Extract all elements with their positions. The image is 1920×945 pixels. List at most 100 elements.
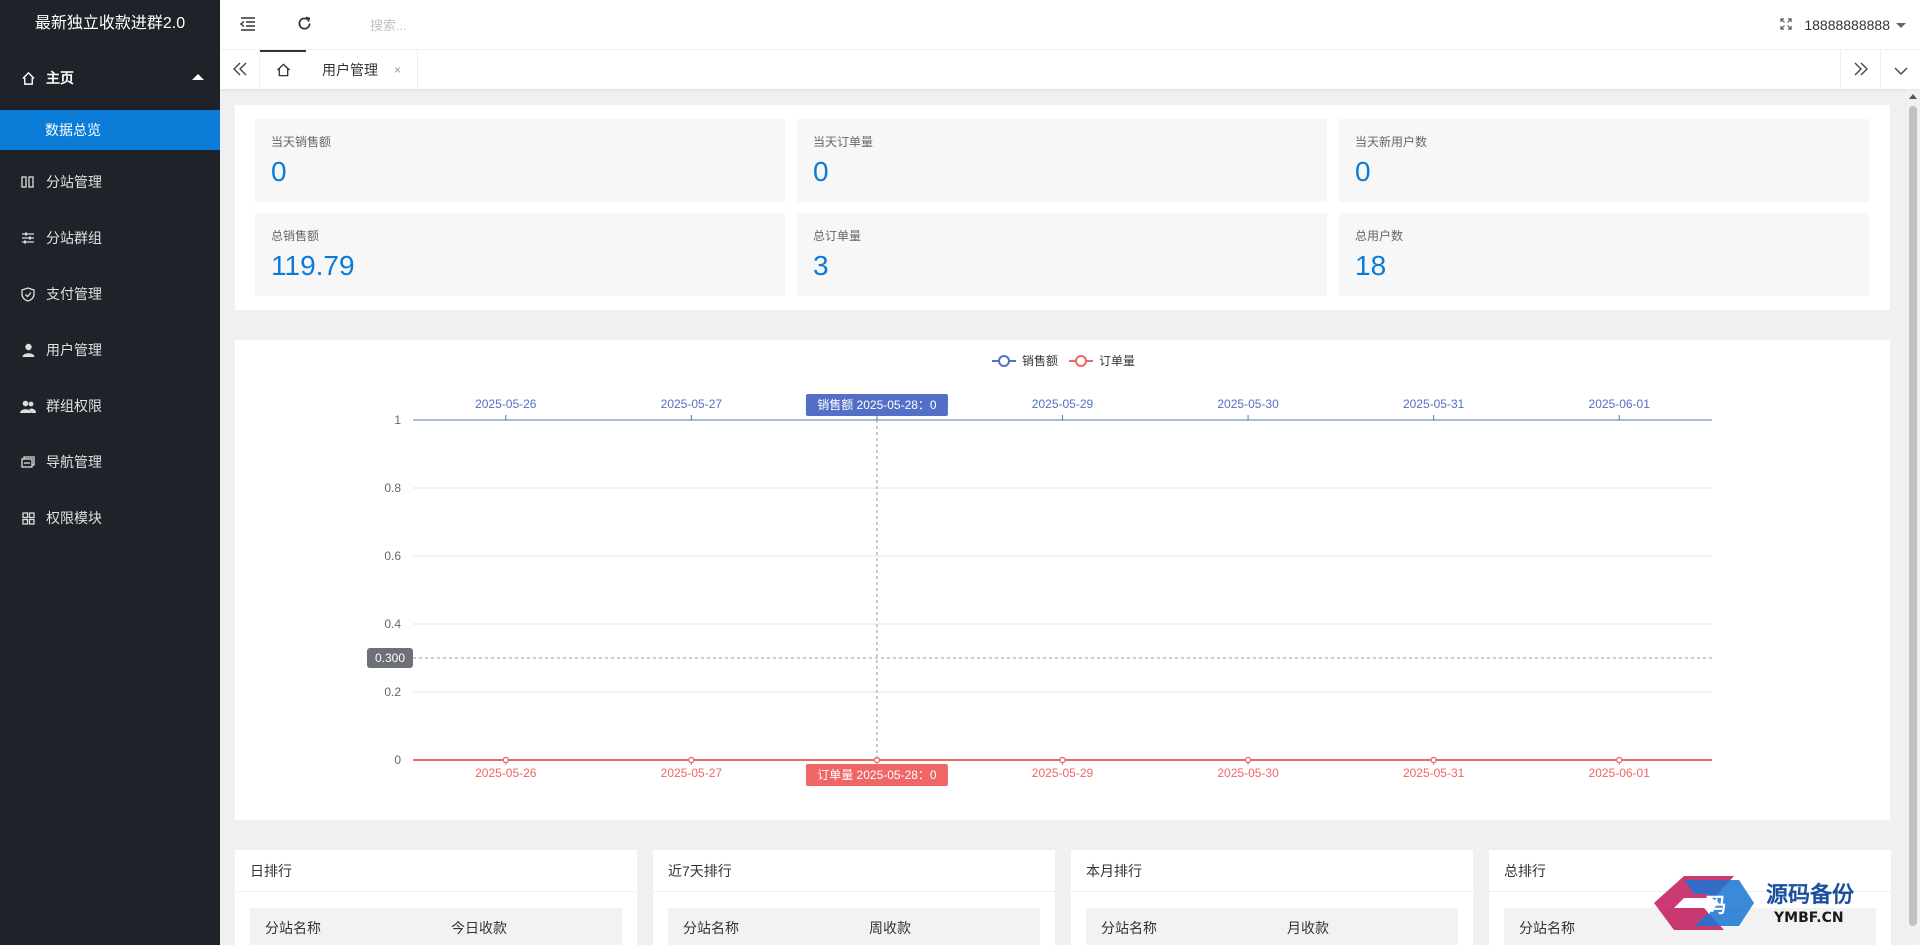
sidebar: 最新独立收款进群2.0 主页 数据总览 分站管理 分站群组 支付管理 用户管理 [0,0,220,945]
nav-icon [20,454,36,470]
sidebar-item-payments[interactable]: 支付管理 [0,266,220,322]
ranking-title: 近7天排行 [653,850,1055,892]
tabs-scroll-left-button[interactable] [220,50,260,90]
columns-icon [20,174,36,190]
y-tick-label: 0.6 [384,549,401,563]
refresh-button[interactable] [276,0,332,50]
stat-label: 总用户数 [1355,229,1404,243]
double-chevron-left-icon [232,62,247,79]
crosshair-y-label: 0.300 [375,651,405,665]
data-point [502,756,509,764]
sales-orders-chart[interactable]: 销售额 订单量 0 0.2 0.4 0.6 0.8 1 2025-05-26 2025-05-26… [235,340,1890,820]
sidebar-item-home[interactable]: 主页 [0,50,220,106]
y-tick-label: 1 [394,413,401,427]
x-tick-label-top: 2025-05-29 [1032,397,1094,411]
stat-label: 当天订单量 [813,135,874,149]
sidebar-item-navigation[interactable]: 导航管理 [0,434,220,490]
legend-label: 订单量 [1099,354,1135,368]
x-tick-label-top: 2025-06-01 [1589,397,1651,411]
page-scrollbar[interactable] [1906,90,1920,945]
ranking-table-header: 分站名称 月收款 [1086,908,1458,945]
ranking-title: 日排行 [235,850,637,892]
watermark-logo: 码 源码备份 YMBF.CN [1644,868,1904,938]
x-tick-label-top: 2025-05-27 [661,397,723,411]
x-tick-label-bottom: 2025-06-01 [1589,766,1651,780]
stat-today-orders: 当天订单量 0 [797,119,1327,202]
stat-label: 当天销售额 [271,135,332,149]
ranking-monthly: 本月排行 分站名称 月收款 [1071,850,1473,945]
stat-label: 总订单量 [813,229,862,243]
sidebar-item-group-permissions[interactable]: 群组权限 [0,378,220,434]
y-tick-label: 0.2 [384,685,401,699]
stat-total-users: 总用户数 18 [1339,213,1869,296]
column-header: 分站名称 [265,920,321,936]
tabs-scroll-right-button[interactable] [1840,50,1880,90]
shield-icon [20,286,36,302]
legend-marker [998,355,1010,367]
sidebar-item-label: 用户管理 [46,342,102,358]
stat-value: 0 [1355,156,1371,187]
x-tick-label-bottom: 2025-05-27 [661,766,723,780]
sidebar-item-users[interactable]: 用户管理 [0,322,220,378]
stat-value: 0 [813,156,829,187]
app-title: 最新独立收款进群2.0 [34,15,186,32]
legend-label: 销售额 [1022,353,1058,368]
sidebar-item-label: 支付管理 [46,286,102,302]
tab-home[interactable] [260,50,306,90]
fullscreen-icon [1780,17,1792,33]
sidebar-item-permission-modules[interactable]: 权限模块 [0,490,220,546]
ranking-daily: 日排行 分站名称 今日收款 [235,850,637,945]
stat-today-new-users: 当天新用户数 0 [1339,119,1869,202]
caret-down-icon [1896,22,1906,28]
y-tick-label: 0 [394,753,401,767]
sidebar-item-substation-groups[interactable]: 分站群组 [0,210,220,266]
stat-value: 0 [271,156,287,187]
user-menu[interactable]: 18888888888 [1804,0,1906,50]
stat-total-sales: 总销售额 119.79 [255,213,785,296]
tabs-menu-button[interactable] [1880,50,1920,90]
data-point [1244,756,1252,764]
data-point [1430,756,1437,764]
home-icon [276,63,291,80]
stat-total-orders: 总订单量 3 [797,213,1327,296]
stat-value: 119.79 [271,250,355,281]
stat-today-sales: 当天销售额 0 [255,119,785,202]
x-tick-label-bottom: 2025-05-26 [475,766,537,780]
stat-value: 3 [813,250,829,281]
collapse-sidebar-button[interactable] [220,0,276,50]
y-tick-label: 0.8 [384,481,401,495]
data-point [688,756,695,764]
users-icon [20,398,36,414]
top-header: 18888888888 [220,0,1920,50]
y-tick-label: 0.4 [384,617,401,631]
tab-user-management[interactable]: 用户管理 × [306,50,419,90]
chevron-down-icon [1894,62,1908,78]
stat-label: 总销售额 [271,229,320,243]
x-tick-label-bottom: 2025-05-31 [1403,766,1465,780]
x-tick-label-bottom: 2025-05-29 [1032,766,1094,780]
data-point [1059,756,1066,764]
sidebar-item-label: 导航管理 [46,454,102,470]
user-phone: 18888888888 [1804,17,1890,33]
indent-icon [239,16,256,34]
scroll-up-icon [1909,94,1917,99]
column-header: 分站名称 [1101,920,1157,936]
x-tick-label-top: 2025-05-26 [475,397,537,411]
search-input[interactable] [370,12,670,38]
data-point [1616,756,1623,764]
watermark-sub: YMBF.CN [1773,910,1844,926]
watermark-text: 源码备份 [1766,882,1855,908]
ranking-table-header: 分站名称 今日收款 [250,908,622,945]
sidebar-item-label: 分站管理 [46,174,102,190]
caret-up-icon [192,74,204,80]
scrollbar-thumb[interactable] [1909,106,1917,926]
sidebar-subitem-overview[interactable]: 数据总览 [0,110,220,150]
x-tick-label-bottom: 2025-05-30 [1217,766,1279,780]
sidebar-item-substations[interactable]: 分站管理 [0,154,220,210]
x-tick-label-top: 2025-05-30 [1217,397,1279,411]
crosshair-bottom-label: 订单量 2025-05-28：0 [817,768,937,782]
stats-panel: 当天销售额 0 当天订单量 0 当天新用户数 0 总销售额 119.79 总订单… [235,105,1890,310]
column-header: 周收款 [869,920,911,936]
close-tab-icon[interactable]: × [394,63,401,77]
stat-label: 当天新用户数 [1355,135,1428,149]
